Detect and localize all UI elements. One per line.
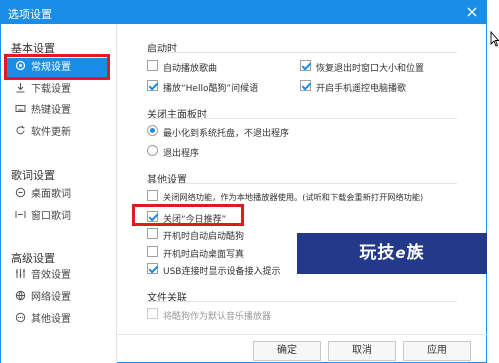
more-icon [15, 311, 26, 323]
sidebar-item-sound-effects[interactable]: 音效设置 [7, 266, 109, 286]
desktop-portrait-checkbox[interactable] [147, 246, 158, 257]
sidebar-item-other[interactable]: 其他设置 [7, 310, 109, 330]
sidebar-item-label: 热键设置 [31, 105, 71, 116]
restore-window-checkbox[interactable] [300, 60, 311, 71]
sidebar-item-label: 软件更新 [31, 127, 71, 138]
sidebar-item-label: 下载设置 [31, 84, 71, 95]
ok-button[interactable]: 确定 [253, 341, 321, 361]
close-icon[interactable] [464, 4, 480, 20]
desktop-lyrics-icon [15, 186, 26, 198]
settings-content: 启动时 自动播放歌曲 恢复退出时窗口大小和位置 播放“Hello酷狗”问候语 开… [117, 24, 487, 334]
screenshot-stage: 选项设置 基本设置 常规设置 下载设置 热键设置 软件更新 歌词设置 桌面歌词 … [0, 0, 499, 363]
exit-program-radio[interactable] [147, 145, 158, 156]
exit-program-label: 退出程序 [163, 149, 200, 159]
highlight-daily-recommend [132, 204, 244, 226]
autostart-checkbox[interactable] [147, 228, 158, 239]
autoplay-checkbox[interactable] [147, 60, 158, 71]
dialog-footer: 确定 取消 应用 [117, 334, 487, 363]
sidebar-item-window-lyrics[interactable]: 窗口歌词 [7, 207, 109, 227]
sidebar-item-label: 桌面歌词 [31, 189, 71, 200]
watermark-logo: 玩技e族 [297, 233, 487, 274]
sidebar-item-update[interactable]: 软件更新 [7, 123, 109, 143]
default-player-checkbox[interactable] [147, 308, 158, 319]
disable-network-checkbox[interactable] [147, 190, 158, 201]
cancel-button[interactable]: 取消 [328, 341, 396, 361]
desktop-portrait-label: 开机时启动桌面写真 [163, 250, 245, 260]
autostart-label: 开机时自动启动酷狗 [163, 232, 245, 242]
sidebar-item-label: 其他设置 [31, 314, 71, 325]
keyboard-icon [15, 102, 26, 113]
section-divider [147, 52, 457, 53]
autoplay-label: 自动播放歌曲 [163, 64, 218, 74]
phone-remote-label: 开启手机遥控电脑播歌 [316, 84, 407, 94]
phone-remote-checkbox[interactable] [300, 80, 311, 91]
section-divider [147, 118, 457, 119]
disable-network-label: 关闭网络功能，作为本地播放器使用。(试听和下载会重新打开网络功能) [163, 192, 424, 202]
window-lyrics-icon [15, 208, 26, 219]
section-divider [147, 183, 457, 184]
window-title: 选项设置 [8, 8, 52, 21]
apply-button[interactable]: 应用 [403, 341, 471, 361]
download-icon [15, 81, 26, 93]
mouse-cursor-icon [490, 30, 499, 47]
greeting-checkbox[interactable] [147, 80, 158, 91]
section-divider [147, 301, 457, 302]
sidebar-item-download[interactable]: 下载设置 [7, 80, 109, 100]
sidebar-item-hotkey[interactable]: 热键设置 [7, 101, 109, 121]
sidebar-item-desktop-lyrics[interactable]: 桌面歌词 [7, 185, 109, 205]
update-icon [15, 124, 26, 135]
sidebar-item-label: 音效设置 [31, 270, 71, 281]
equalizer-icon [15, 267, 26, 278]
title-bar[interactable]: 选项设置 [1, 1, 486, 24]
minimize-to-tray-radio[interactable] [147, 125, 158, 136]
highlight-general-settings [4, 54, 110, 80]
sidebar-item-label: 窗口歌词 [31, 211, 71, 222]
group-advanced-settings: 高级设置 [11, 252, 55, 265]
greeting-label: 播放“Hello酷狗”问候语 [163, 84, 259, 94]
restore-window-label: 恢复退出时窗口大小和位置 [316, 64, 425, 74]
default-player-label: 将酷狗作为默认音乐播放器 [163, 312, 272, 322]
sidebar-item-label: 网络设置 [31, 292, 71, 303]
network-icon [15, 289, 26, 301]
minimize-to-tray-label: 最小化到系统托盘，不退出程序 [163, 129, 290, 139]
usb-prompt-label: USB连接时显示设备接入提示 [163, 267, 281, 277]
group-lyrics-settings: 歌词设置 [11, 169, 55, 182]
sidebar-item-network[interactable]: 网络设置 [7, 288, 109, 308]
usb-prompt-checkbox[interactable] [147, 263, 158, 274]
